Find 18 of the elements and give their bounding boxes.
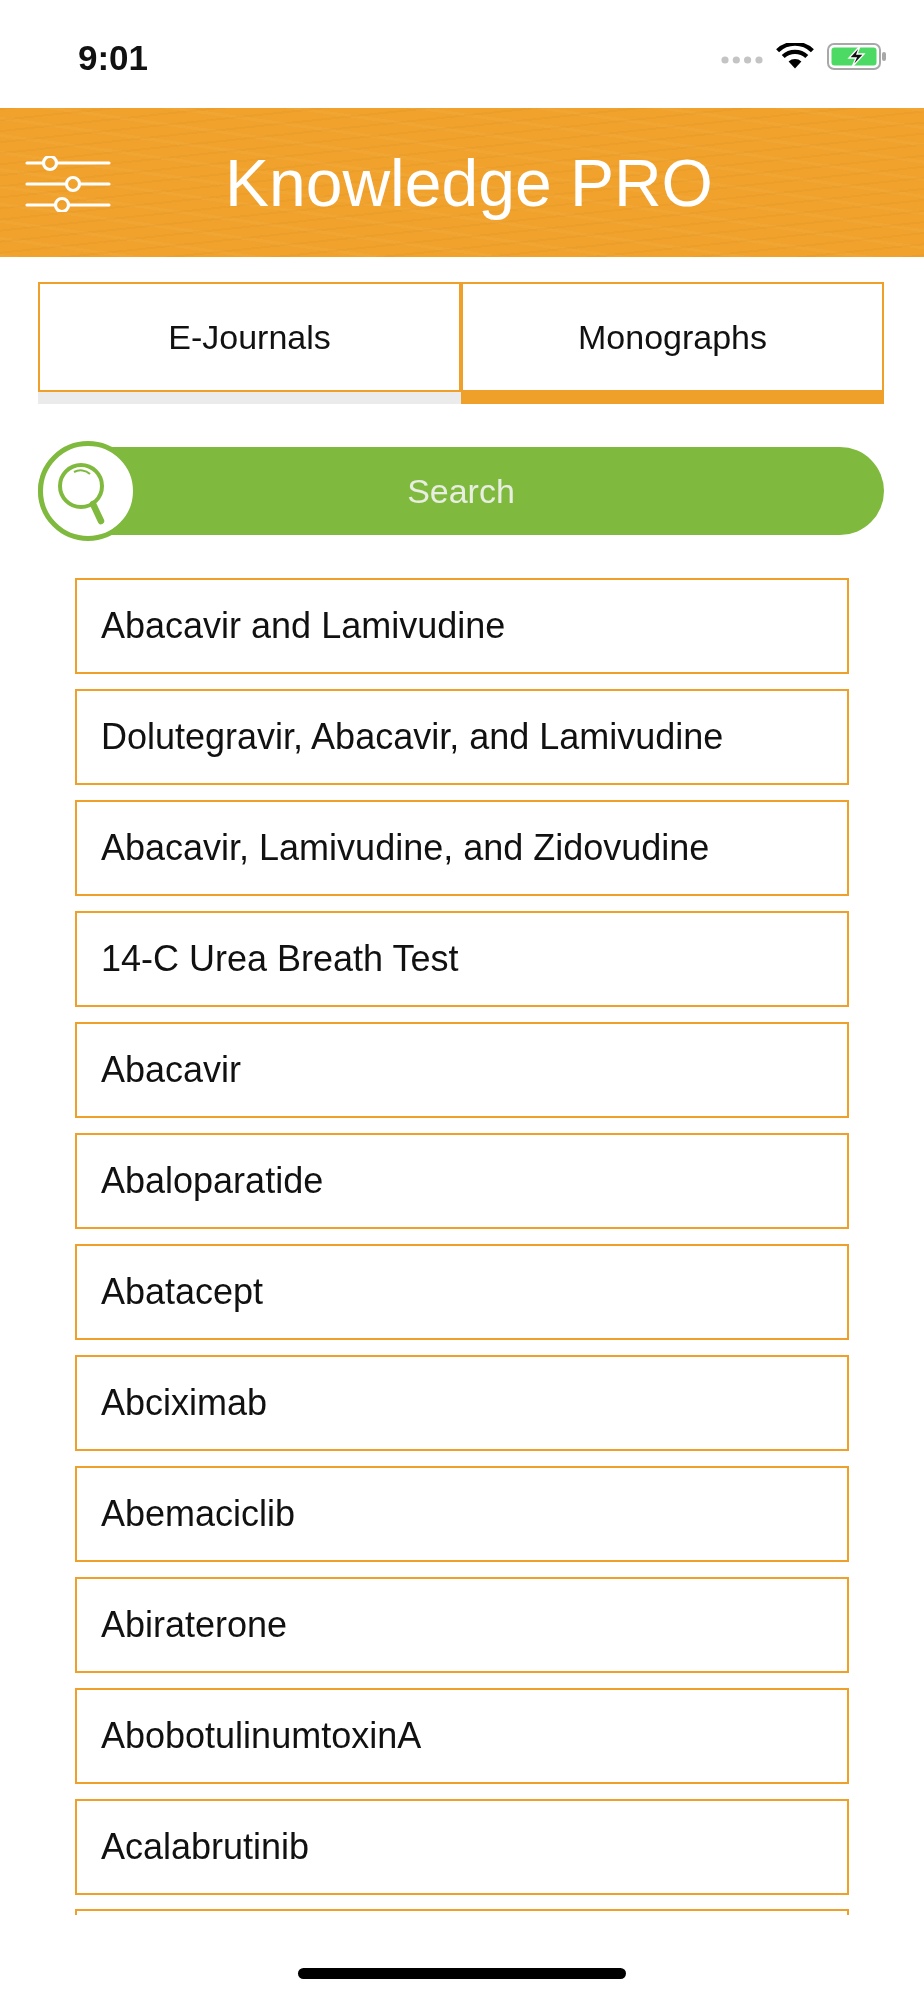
list-item[interactable]: Dolutegravir, Abacavir, and Lamivudine <box>75 689 849 785</box>
clock-time: 9:01 <box>78 39 149 75</box>
signal-icon <box>721 56 763 64</box>
list-item[interactable]: Acalabrutinib <box>75 1799 849 1895</box>
list-item[interactable]: Abciximab <box>75 1355 849 1451</box>
wifi-icon <box>776 43 814 69</box>
sliders-icon[interactable] <box>25 156 111 212</box>
list-item[interactable]: AbobotulinumtoxinA <box>75 1688 849 1784</box>
list-item[interactable]: Abacavir and Lamivudine <box>75 578 849 674</box>
list-item[interactable]: 14-C Urea Breath Test <box>75 911 849 1007</box>
list-item[interactable]: Abemaciclib <box>75 1466 849 1562</box>
list-item[interactable]: Abatacept <box>75 1244 849 1340</box>
list-item[interactable]: Abacavir <box>75 1022 849 1118</box>
list-item[interactable]: Abiraterone <box>75 1577 849 1673</box>
list-item[interactable] <box>75 1909 849 1915</box>
list-item[interactable]: Abaloparatide <box>75 1133 849 1229</box>
battery-icon <box>827 42 887 70</box>
list-item[interactable]: Abacavir, Lamivudine, and Zidovudine <box>75 800 849 896</box>
